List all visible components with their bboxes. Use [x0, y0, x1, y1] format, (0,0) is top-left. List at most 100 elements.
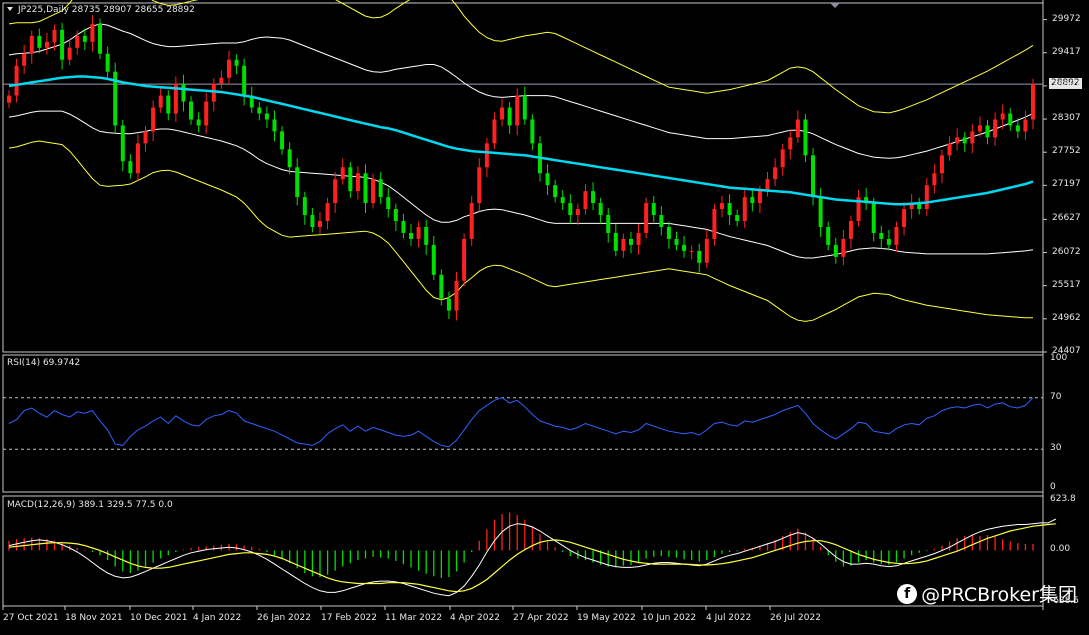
candle-body [924, 185, 929, 210]
candle-body [477, 167, 482, 204]
candle-body [773, 167, 778, 180]
candle-body [484, 143, 489, 168]
price-tick-label: 29417 [1052, 46, 1081, 57]
candle-body [242, 65, 247, 96]
candle-body [879, 232, 884, 239]
candle-body [82, 35, 87, 42]
candle-body [264, 113, 269, 120]
price-tick-label: 26627 [1052, 213, 1081, 224]
date-tick-label: 10 Jun 2022 [642, 613, 697, 623]
candle-body [682, 244, 687, 251]
rsi-tick-label: 100 [1050, 353, 1068, 363]
candle-body [606, 215, 611, 233]
candle-body [955, 137, 960, 144]
candle-body [591, 191, 596, 204]
candle-body [757, 191, 762, 204]
candle-body [568, 203, 573, 216]
candle-body [962, 137, 967, 144]
candle-body [811, 155, 816, 198]
candle-body [431, 244, 436, 275]
chart-canvas[interactable] [0, 0, 1089, 631]
candle-body [310, 215, 315, 227]
candle-body [181, 83, 186, 102]
candle-body [29, 35, 34, 54]
date-tick-label: 27 Oct 2021 [3, 613, 59, 623]
price-tick-label: 26072 [1052, 246, 1081, 257]
date-tick-label: 4 Jan 2022 [193, 613, 242, 623]
candle-body [280, 131, 285, 150]
chevron-down-icon [7, 7, 13, 11]
rsi-tick-label: 30 [1050, 443, 1062, 454]
macd-header: MACD(12,26,9) 389.1 329.5 77.5 0.0 [7, 500, 173, 510]
candle-body [60, 29, 65, 60]
price-tick-label: 27752 [1052, 146, 1081, 157]
candle-body [333, 179, 338, 204]
candle-body [515, 95, 520, 126]
candle-body [325, 203, 330, 222]
candle-body [219, 77, 224, 84]
candle-body [151, 107, 156, 132]
rsi-header: RSI(14) 69.9742 [7, 358, 81, 368]
macd-tick-label: 0.00 [1050, 544, 1071, 555]
candle-body [871, 203, 876, 233]
candle-body [416, 226, 421, 239]
candle-body [985, 125, 990, 138]
rsi-pane-frame [2, 354, 1044, 493]
candle-body [704, 238, 709, 263]
chart-stage: JP225,Daily 28735 28907 28655 28892 RSI(… [0, 0, 1089, 631]
price-tick-label: 29972 [1052, 13, 1081, 24]
bollinger-outer-lower [8, 140, 1033, 322]
candle-body [355, 173, 360, 192]
candle-body [135, 143, 140, 174]
symbol-header: JP225,Daily 28735 28907 28655 28892 [18, 5, 195, 15]
candle-body [90, 23, 95, 42]
candle-body [272, 119, 277, 132]
date-tick-label: 11 Mar 2022 [385, 613, 443, 623]
candle-body [932, 173, 937, 186]
candle-body [143, 131, 148, 144]
candle-body [196, 119, 201, 126]
candle-body [52, 29, 57, 42]
candle-body [636, 232, 641, 245]
candle-body [522, 95, 527, 120]
candle-body [189, 101, 194, 120]
candle-body [575, 209, 580, 216]
macd-tick-label: 623.8 [1050, 494, 1076, 504]
candle-body [712, 209, 717, 239]
candle-body [1023, 119, 1028, 132]
candle-body [22, 53, 27, 66]
candle-body [287, 149, 292, 168]
candle-body [166, 95, 171, 114]
candle-body [947, 143, 952, 156]
candle-body [454, 280, 459, 311]
candle-body [530, 119, 535, 144]
candle-body [439, 274, 444, 299]
candle-body [295, 167, 300, 198]
candle-body [371, 179, 376, 204]
date-tick-label: 10 Dec 2021 [130, 613, 188, 623]
candle-body [545, 173, 550, 186]
date-tick-label: 18 Nov 2021 [65, 613, 123, 623]
candle-body [788, 137, 793, 150]
candle-body [1008, 113, 1013, 126]
candle-body [735, 215, 740, 222]
rsi-line [8, 397, 1034, 448]
candle-body [795, 119, 800, 138]
candle-body [348, 167, 353, 192]
candle-body [833, 244, 838, 257]
candle-body [613, 232, 618, 251]
price-tick-label: 28862 [1052, 79, 1081, 90]
candle-body [14, 65, 19, 96]
candle-body [970, 131, 975, 144]
candle-body [317, 221, 322, 227]
candle-body [128, 161, 133, 174]
candle-body [803, 119, 808, 156]
candle-body [720, 203, 725, 210]
candle-body [424, 226, 429, 245]
candle-body [340, 167, 345, 180]
rsi-tick-label: 70 [1050, 391, 1062, 402]
date-tick-label: 27 Apr 2022 [513, 613, 569, 623]
macd-tick-label: -638.5 [1050, 596, 1080, 606]
candle-body [674, 238, 679, 245]
candle-body [1000, 113, 1005, 120]
